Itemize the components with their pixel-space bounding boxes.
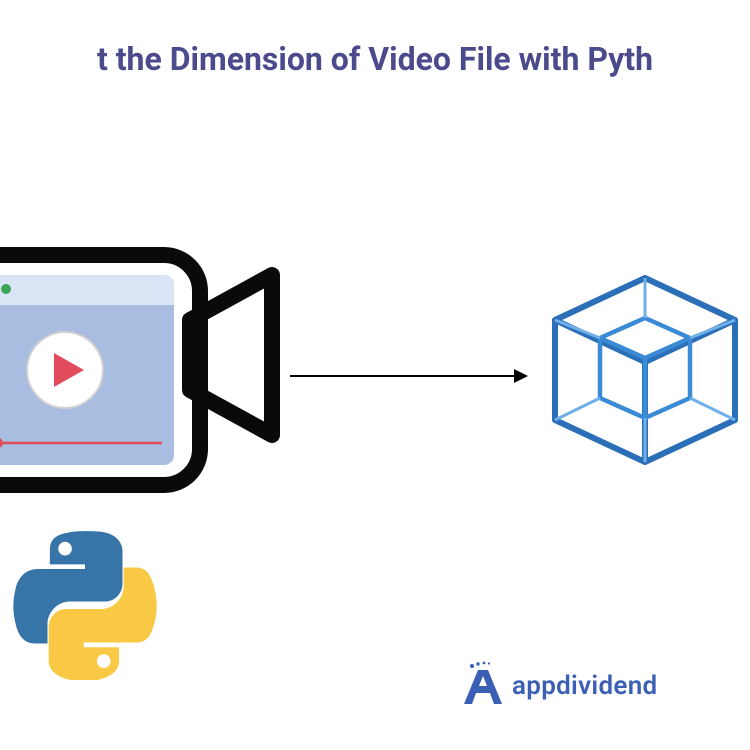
diagram-stage: appdividend xyxy=(0,0,750,750)
brand-mark-icon xyxy=(460,660,508,712)
brand-name: appdividend xyxy=(512,671,657,701)
arrow-icon xyxy=(290,366,530,390)
python-logo-icon xyxy=(10,530,160,684)
video-camera-icon xyxy=(0,225,300,519)
brand-footer: appdividend xyxy=(460,660,657,712)
wireframe-cube-icon xyxy=(530,260,750,484)
